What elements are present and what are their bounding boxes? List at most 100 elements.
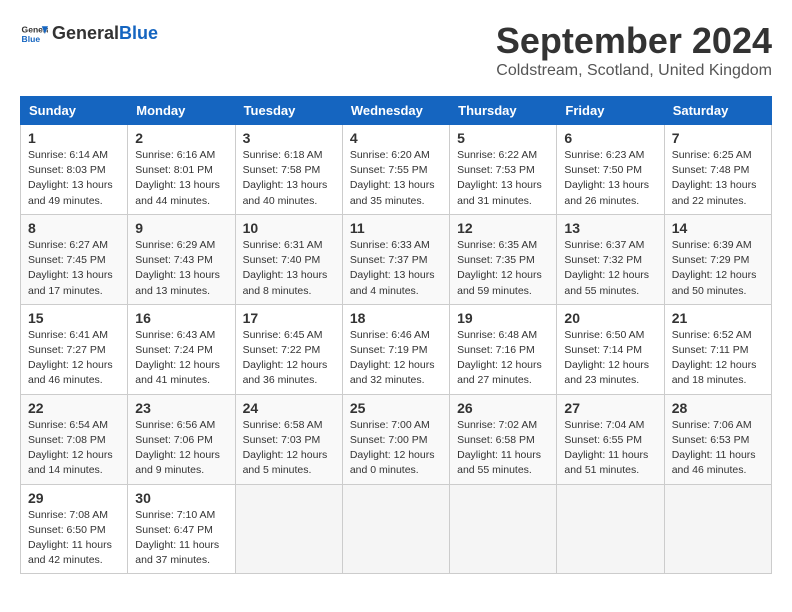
day-number: 3 [243, 130, 335, 146]
calendar-table: Sunday Monday Tuesday Wednesday Thursday… [20, 96, 772, 574]
day-number: 5 [457, 130, 549, 146]
day-detail: Sunrise: 6:46 AM Sunset: 7:19 PM Dayligh… [350, 328, 442, 389]
calendar-day-cell [342, 484, 449, 574]
day-number: 18 [350, 310, 442, 326]
day-detail: Sunrise: 6:25 AM Sunset: 7:48 PM Dayligh… [672, 148, 764, 209]
logo: General Blue GeneralBlue [20, 20, 158, 48]
month-year-title: September 2024 [496, 20, 772, 62]
calendar-day-cell: 10 Sunrise: 6:31 AM Sunset: 7:40 PM Dayl… [235, 214, 342, 304]
calendar-day-cell: 21 Sunrise: 6:52 AM Sunset: 7:11 PM Dayl… [664, 304, 771, 394]
title-section: September 2024 Coldstream, Scotland, Uni… [496, 20, 772, 80]
location-subtitle: Coldstream, Scotland, United Kingdom [496, 62, 772, 80]
col-thursday: Thursday [450, 97, 557, 125]
calendar-week-row: 29 Sunrise: 7:08 AM Sunset: 6:50 PM Dayl… [21, 484, 772, 574]
calendar-day-cell: 29 Sunrise: 7:08 AM Sunset: 6:50 PM Dayl… [21, 484, 128, 574]
calendar-day-cell: 27 Sunrise: 7:04 AM Sunset: 6:55 PM Dayl… [557, 394, 664, 484]
day-number: 21 [672, 310, 764, 326]
calendar-day-cell: 9 Sunrise: 6:29 AM Sunset: 7:43 PM Dayli… [128, 214, 235, 304]
logo-icon: General Blue [20, 20, 48, 48]
day-detail: Sunrise: 6:37 AM Sunset: 7:32 PM Dayligh… [564, 238, 656, 299]
day-number: 6 [564, 130, 656, 146]
day-number: 2 [135, 130, 227, 146]
calendar-day-cell: 16 Sunrise: 6:43 AM Sunset: 7:24 PM Dayl… [128, 304, 235, 394]
logo-general-text: General [52, 23, 119, 43]
svg-text:Blue: Blue [22, 34, 41, 44]
calendar-day-cell: 22 Sunrise: 6:54 AM Sunset: 7:08 PM Dayl… [21, 394, 128, 484]
day-number: 9 [135, 220, 227, 236]
day-number: 26 [457, 400, 549, 416]
day-number: 25 [350, 400, 442, 416]
day-number: 17 [243, 310, 335, 326]
calendar-week-row: 15 Sunrise: 6:41 AM Sunset: 7:27 PM Dayl… [21, 304, 772, 394]
day-detail: Sunrise: 6:56 AM Sunset: 7:06 PM Dayligh… [135, 418, 227, 479]
calendar-day-cell: 19 Sunrise: 6:48 AM Sunset: 7:16 PM Dayl… [450, 304, 557, 394]
day-number: 30 [135, 490, 227, 506]
col-tuesday: Tuesday [235, 97, 342, 125]
day-detail: Sunrise: 6:20 AM Sunset: 7:55 PM Dayligh… [350, 148, 442, 209]
calendar-day-cell: 7 Sunrise: 6:25 AM Sunset: 7:48 PM Dayli… [664, 125, 771, 215]
day-detail: Sunrise: 7:00 AM Sunset: 7:00 PM Dayligh… [350, 418, 442, 479]
day-detail: Sunrise: 6:43 AM Sunset: 7:24 PM Dayligh… [135, 328, 227, 389]
col-sunday: Sunday [21, 97, 128, 125]
calendar-week-row: 8 Sunrise: 6:27 AM Sunset: 7:45 PM Dayli… [21, 214, 772, 304]
day-detail: Sunrise: 6:22 AM Sunset: 7:53 PM Dayligh… [457, 148, 549, 209]
calendar-day-cell: 30 Sunrise: 7:10 AM Sunset: 6:47 PM Dayl… [128, 484, 235, 574]
day-number: 13 [564, 220, 656, 236]
day-detail: Sunrise: 7:06 AM Sunset: 6:53 PM Dayligh… [672, 418, 764, 479]
calendar-day-cell: 20 Sunrise: 6:50 AM Sunset: 7:14 PM Dayl… [557, 304, 664, 394]
calendar-day-cell: 13 Sunrise: 6:37 AM Sunset: 7:32 PM Dayl… [557, 214, 664, 304]
day-detail: Sunrise: 6:39 AM Sunset: 7:29 PM Dayligh… [672, 238, 764, 299]
day-number: 20 [564, 310, 656, 326]
calendar-day-cell: 12 Sunrise: 6:35 AM Sunset: 7:35 PM Dayl… [450, 214, 557, 304]
calendar-week-row: 1 Sunrise: 6:14 AM Sunset: 8:03 PM Dayli… [21, 125, 772, 215]
day-detail: Sunrise: 6:41 AM Sunset: 7:27 PM Dayligh… [28, 328, 120, 389]
day-detail: Sunrise: 6:35 AM Sunset: 7:35 PM Dayligh… [457, 238, 549, 299]
calendar-day-cell: 11 Sunrise: 6:33 AM Sunset: 7:37 PM Dayl… [342, 214, 449, 304]
day-detail: Sunrise: 7:02 AM Sunset: 6:58 PM Dayligh… [457, 418, 549, 479]
day-number: 1 [28, 130, 120, 146]
calendar-day-cell: 18 Sunrise: 6:46 AM Sunset: 7:19 PM Dayl… [342, 304, 449, 394]
day-detail: Sunrise: 6:52 AM Sunset: 7:11 PM Dayligh… [672, 328, 764, 389]
calendar-day-cell: 5 Sunrise: 6:22 AM Sunset: 7:53 PM Dayli… [450, 125, 557, 215]
calendar-day-cell: 8 Sunrise: 6:27 AM Sunset: 7:45 PM Dayli… [21, 214, 128, 304]
calendar-day-cell [450, 484, 557, 574]
calendar-day-cell: 4 Sunrise: 6:20 AM Sunset: 7:55 PM Dayli… [342, 125, 449, 215]
day-detail: Sunrise: 7:08 AM Sunset: 6:50 PM Dayligh… [28, 508, 120, 569]
col-saturday: Saturday [664, 97, 771, 125]
day-number: 22 [28, 400, 120, 416]
day-number: 15 [28, 310, 120, 326]
day-detail: Sunrise: 6:18 AM Sunset: 7:58 PM Dayligh… [243, 148, 335, 209]
day-detail: Sunrise: 6:54 AM Sunset: 7:08 PM Dayligh… [28, 418, 120, 479]
day-number: 8 [28, 220, 120, 236]
day-number: 14 [672, 220, 764, 236]
calendar-day-cell: 6 Sunrise: 6:23 AM Sunset: 7:50 PM Dayli… [557, 125, 664, 215]
day-number: 29 [28, 490, 120, 506]
day-number: 11 [350, 220, 442, 236]
day-detail: Sunrise: 6:31 AM Sunset: 7:40 PM Dayligh… [243, 238, 335, 299]
col-wednesday: Wednesday [342, 97, 449, 125]
day-detail: Sunrise: 6:27 AM Sunset: 7:45 PM Dayligh… [28, 238, 120, 299]
day-number: 10 [243, 220, 335, 236]
day-number: 4 [350, 130, 442, 146]
calendar-day-cell [235, 484, 342, 574]
calendar-day-cell: 1 Sunrise: 6:14 AM Sunset: 8:03 PM Dayli… [21, 125, 128, 215]
day-detail: Sunrise: 6:16 AM Sunset: 8:01 PM Dayligh… [135, 148, 227, 209]
day-detail: Sunrise: 6:48 AM Sunset: 7:16 PM Dayligh… [457, 328, 549, 389]
calendar-day-cell [557, 484, 664, 574]
logo-blue-text: Blue [119, 23, 158, 43]
calendar-day-cell: 14 Sunrise: 6:39 AM Sunset: 7:29 PM Dayl… [664, 214, 771, 304]
day-number: 16 [135, 310, 227, 326]
day-detail: Sunrise: 6:58 AM Sunset: 7:03 PM Dayligh… [243, 418, 335, 479]
calendar-day-cell: 28 Sunrise: 7:06 AM Sunset: 6:53 PM Dayl… [664, 394, 771, 484]
day-detail: Sunrise: 6:45 AM Sunset: 7:22 PM Dayligh… [243, 328, 335, 389]
day-number: 7 [672, 130, 764, 146]
day-number: 23 [135, 400, 227, 416]
day-number: 27 [564, 400, 656, 416]
calendar-week-row: 22 Sunrise: 6:54 AM Sunset: 7:08 PM Dayl… [21, 394, 772, 484]
calendar-day-cell [664, 484, 771, 574]
day-detail: Sunrise: 6:14 AM Sunset: 8:03 PM Dayligh… [28, 148, 120, 209]
day-detail: Sunrise: 6:23 AM Sunset: 7:50 PM Dayligh… [564, 148, 656, 209]
page-header: General Blue GeneralBlue September 2024 … [20, 20, 772, 80]
day-detail: Sunrise: 6:33 AM Sunset: 7:37 PM Dayligh… [350, 238, 442, 299]
calendar-day-cell: 15 Sunrise: 6:41 AM Sunset: 7:27 PM Dayl… [21, 304, 128, 394]
